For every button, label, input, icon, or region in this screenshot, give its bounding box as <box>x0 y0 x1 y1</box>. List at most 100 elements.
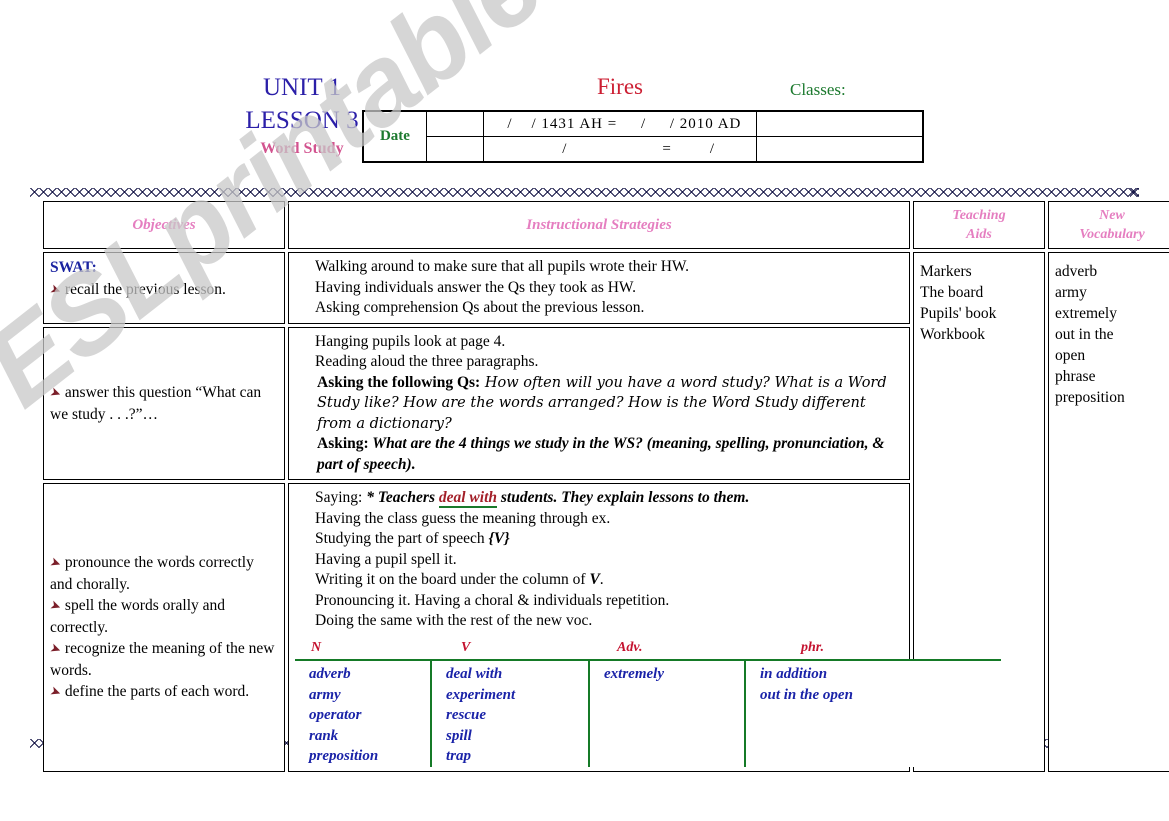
word-item: operator <box>309 707 362 723</box>
strategy-line: Doing the same with the rest of the new … <box>315 612 593 629</box>
column-header-new-vocabulary-line1: New <box>1099 208 1125 223</box>
arrow-bullet-icon: ➤ <box>47 597 64 616</box>
strategy-line-questions: Asking the following Qs: How often will … <box>295 373 903 435</box>
strategy-line: Reading aloud the three paragraphs. <box>315 353 539 370</box>
table-row: SWAT: ➤ recall the previous lesson. Walki… <box>43 252 1169 772</box>
word-item: extremely <box>604 666 664 682</box>
date-blank-cell-2[interactable] <box>425 136 484 163</box>
arrow-bullet-icon: ➤ <box>47 554 64 573</box>
strategy-line-writing: Writing it on the board under the column… <box>295 570 903 591</box>
word-item: adverb <box>309 666 351 682</box>
date-right-cell-1[interactable] <box>755 110 924 137</box>
vocabulary-item: out in the <box>1055 326 1114 343</box>
column-header-teaching-aids: Teaching Aids <box>913 201 1045 249</box>
word-item: spill <box>446 727 472 744</box>
asking-qs-label: Asking the following Qs: <box>317 373 481 391</box>
objective-text: recall the previous lesson. <box>64 281 226 298</box>
vocabulary-item: adverb <box>1055 263 1098 280</box>
word-item: rescue <box>446 707 486 723</box>
column-header-teaching-aids-line1: Teaching <box>952 208 1006 223</box>
subject-title: Fires <box>597 74 643 99</box>
objective-item: ➤ recognize the meaning of the new words. <box>47 638 278 681</box>
arrow-bullet-icon: ➤ <box>47 281 64 300</box>
writing-pre: Writing it on the board under the column… <box>315 571 590 588</box>
strategy-line: Having individuals answer the Qs they to… <box>315 278 637 296</box>
word-study-header-phrase: phr. <box>745 637 1001 661</box>
table-header-row: Objectives Instructional Strategies Teac… <box>43 201 1169 249</box>
word-study-header-verb: V <box>431 637 589 661</box>
vocabulary-item: army <box>1055 284 1087 301</box>
deal-with-highlight: deal with <box>438 489 498 508</box>
teaching-aid-item: Workbook <box>920 326 986 343</box>
column-header-instructional-strategies: Instructional Strategies <box>288 201 910 249</box>
date-right-cell-2[interactable] <box>755 136 924 163</box>
objective-item: ➤ define the parts of each word. <box>48 681 278 703</box>
strategies-cell-row2: Hanging pupils look at page 4. Reading a… <box>288 326 910 480</box>
objectives-cell-row2: ➤ answer this question “What can we study… <box>43 326 285 480</box>
saying-label: Saying: <box>315 489 363 506</box>
date-blank-cell-1[interactable] <box>425 110 484 137</box>
classes-label: Classes: <box>790 80 846 99</box>
hijri-gregorian-cell-2[interactable]: / = / <box>482 136 757 163</box>
column-header-objectives: Objectives <box>43 201 285 249</box>
part-of-speech-brace: {V} <box>488 530 510 547</box>
objective-item: ➤ spell the words orally and correctly. <box>47 595 278 638</box>
vocabulary-item: extremely <box>1055 305 1117 322</box>
swat-heading: SWAT: <box>50 259 97 276</box>
word-study-header-row: N V Adv. phr. <box>295 637 1001 661</box>
strategy-line: Having the class guess the meaning throu… <box>315 509 611 527</box>
word-study-grid: N V Adv. phr. adverb army operator rank … <box>295 637 1001 767</box>
section-subtitle: Word Study <box>260 140 344 157</box>
word-item: army <box>309 686 341 703</box>
word-study-column-verb: deal with experiment rescue spill trap <box>431 660 590 767</box>
word-study-column-noun: adverb army operator rank preposition <box>295 660 432 767</box>
word-item: rank <box>309 727 339 744</box>
new-vocabulary-cell: adverb army extremely out in the open ph… <box>1048 252 1169 772</box>
objectives-cell-row3: ➤ pronounce the words correctly and chora… <box>43 483 285 772</box>
arrow-bullet-icon: ➤ <box>47 640 64 659</box>
strategy-line: Walking around to make sure that all pup… <box>315 258 689 275</box>
word-item: in addition <box>760 666 828 682</box>
column-header-teaching-aids-line2: Aids <box>966 227 992 242</box>
date-table: Date / / 1431 AH = / / 2010 AD / = / <box>362 110 924 163</box>
saying-star: * <box>362 489 378 506</box>
word-item: preposition <box>309 748 379 764</box>
strategy-line-part-of-speech: Studying the part of speech {V} <box>295 529 903 550</box>
lesson-plan-table: Objectives Instructional Strategies Teac… <box>40 198 1169 775</box>
strategy-line-saying: Saying: * Teachers deal with students. T… <box>295 488 903 509</box>
strategy-line: Pronouncing it. Having a choral & indivi… <box>315 591 670 609</box>
zigzag-border-top <box>30 188 1139 197</box>
teaching-aid-item: The board <box>920 284 984 301</box>
strategies-cell-row3: Saying: * Teachers deal with students. T… <box>288 483 1001 772</box>
word-item: out in the open <box>760 686 853 703</box>
objective-text: pronounce the words correctly and choral… <box>50 553 254 593</box>
objective-item: ➤ recall the previous lesson. <box>47 279 278 301</box>
vocabulary-item: open <box>1055 347 1086 364</box>
vocabulary-item: preposition <box>1055 389 1125 406</box>
strategy-line: Asking comprehension Qs about the previo… <box>315 299 645 316</box>
column-header-new-vocabulary-line2: Vocabulary <box>1079 227 1145 242</box>
word-study-header-noun: N <box>295 637 431 661</box>
objective-text: recognize the meaning of the new words. <box>50 639 275 679</box>
objective-text: answer this question “What can we study … <box>50 383 262 423</box>
lesson-title: LESSON 3 <box>245 107 359 134</box>
strategy-line: Having a pupil spell it. <box>315 550 457 568</box>
arrow-bullet-icon: ➤ <box>47 384 64 403</box>
vocabulary-item: phrase <box>1055 368 1096 385</box>
saying-post-text: students. They explain lessons to them. <box>497 489 750 506</box>
objective-item: ➤ pronounce the words correctly and chora… <box>47 552 278 595</box>
hijri-gregorian-cell-1[interactable]: / / 1431 AH = / / 2010 AD <box>482 110 757 137</box>
writing-post: . <box>599 571 604 588</box>
word-study-header-adverb: Adv. <box>589 637 745 661</box>
date-label-cell: Date <box>362 110 427 163</box>
asking-question-text: What are the 4 things we study in the WS… <box>317 435 885 473</box>
asking-label: Asking: <box>317 435 369 452</box>
objective-text: spell the words orally and correctly. <box>50 596 226 636</box>
saying-pre-text: Teachers <box>377 489 439 506</box>
word-item: trap <box>446 748 472 764</box>
objective-text: define the parts of each word. <box>64 682 250 700</box>
unit-title: UNIT 1 <box>262 74 341 101</box>
objective-item: ➤ answer this question “What can we study… <box>47 382 278 425</box>
strategy-line: Hanging pupils look at page 4. <box>315 332 506 350</box>
date-table-row: / = / <box>363 136 924 163</box>
